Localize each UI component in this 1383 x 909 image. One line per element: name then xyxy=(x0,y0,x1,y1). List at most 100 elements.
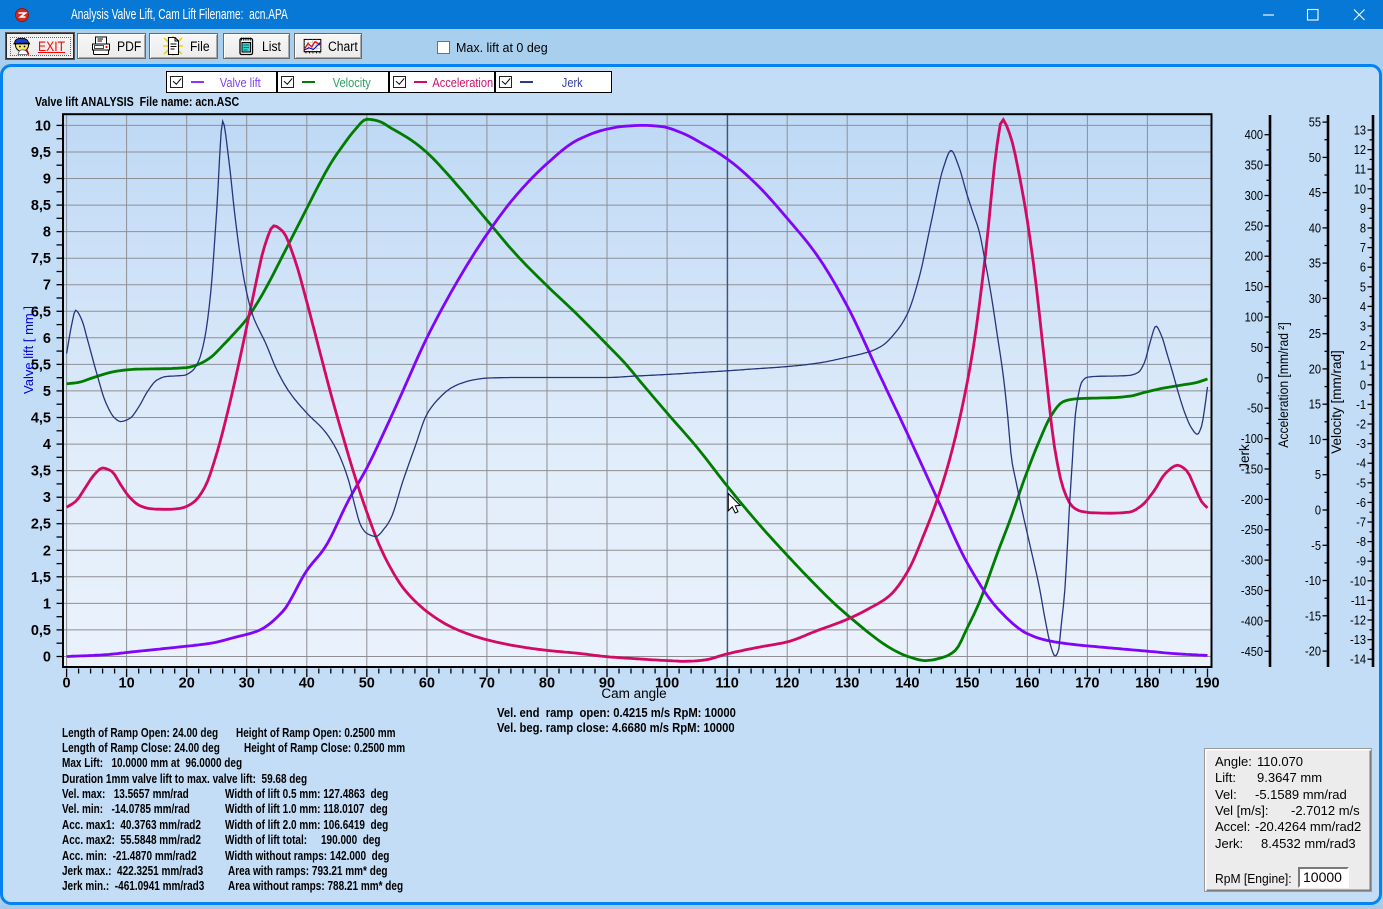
svg-text:-200: -200 xyxy=(1241,492,1263,507)
svg-text:120: 120 xyxy=(775,676,799,692)
svg-text:1,5: 1,5 xyxy=(31,570,51,586)
svg-text:0: 0 xyxy=(1360,377,1366,392)
svg-text:-20: -20 xyxy=(1305,644,1321,659)
svg-text:1: 1 xyxy=(1360,358,1366,373)
svg-text:6: 6 xyxy=(43,331,51,347)
svg-text:-10: -10 xyxy=(1305,573,1321,588)
svg-text:Velocity [mm/rad]: Velocity [mm/rad] xyxy=(1329,350,1344,454)
svg-text:25: 25 xyxy=(1309,326,1322,341)
svg-text:0: 0 xyxy=(63,676,71,692)
svg-text:7,5: 7,5 xyxy=(31,251,51,267)
svg-text:4,5: 4,5 xyxy=(31,411,51,427)
svg-text:110: 110 xyxy=(715,676,738,692)
svg-text:9,5: 9,5 xyxy=(31,145,51,161)
svg-text:-7: -7 xyxy=(1356,515,1366,530)
svg-text:8: 8 xyxy=(1360,221,1366,236)
svg-text:50: 50 xyxy=(359,676,375,692)
svg-text:100: 100 xyxy=(1245,310,1264,325)
svg-text:8,5: 8,5 xyxy=(31,198,51,214)
svg-text:-50: -50 xyxy=(1247,401,1263,416)
svg-text:60: 60 xyxy=(419,676,435,692)
svg-text:40: 40 xyxy=(1309,221,1322,236)
svg-text:-350: -350 xyxy=(1241,583,1263,598)
svg-text:-100: -100 xyxy=(1241,431,1263,446)
svg-text:2: 2 xyxy=(1360,338,1366,353)
svg-text:8: 8 xyxy=(43,225,51,241)
svg-text:-5: -5 xyxy=(1311,538,1321,553)
svg-text:-10: -10 xyxy=(1350,573,1366,588)
svg-text:400: 400 xyxy=(1245,127,1264,142)
svg-text:-2: -2 xyxy=(1356,417,1366,432)
svg-text:300: 300 xyxy=(1245,188,1264,203)
svg-text:45: 45 xyxy=(1309,185,1322,200)
svg-text:2: 2 xyxy=(43,543,51,559)
svg-text:150: 150 xyxy=(1245,279,1264,294)
svg-text:-11: -11 xyxy=(1351,593,1366,608)
svg-text:-13: -13 xyxy=(1350,632,1366,647)
svg-text:250: 250 xyxy=(1245,219,1264,234)
svg-text:-400: -400 xyxy=(1241,614,1263,629)
svg-text:170: 170 xyxy=(1075,676,1099,692)
svg-text:190: 190 xyxy=(1195,676,1219,692)
svg-text:5: 5 xyxy=(1315,467,1321,482)
svg-text:5: 5 xyxy=(1360,279,1366,294)
svg-text:30: 30 xyxy=(1309,291,1322,306)
svg-text:140: 140 xyxy=(895,676,919,692)
svg-text:2,5: 2,5 xyxy=(31,517,51,533)
svg-text:4: 4 xyxy=(1360,299,1366,314)
svg-text:7: 7 xyxy=(1360,240,1366,255)
svg-text:50: 50 xyxy=(1309,150,1322,165)
svg-text:-8: -8 xyxy=(1356,534,1366,549)
svg-text:-15: -15 xyxy=(1305,608,1321,623)
svg-text:Valve lift [ mm ]: Valve lift [ mm ] xyxy=(21,306,36,394)
svg-text:-6: -6 xyxy=(1356,495,1366,510)
svg-text:20: 20 xyxy=(179,676,195,692)
svg-text:6: 6 xyxy=(1360,260,1366,275)
svg-text:15: 15 xyxy=(1309,397,1322,412)
svg-text:-5: -5 xyxy=(1356,475,1366,490)
svg-text:-450: -450 xyxy=(1241,644,1263,659)
svg-text:9: 9 xyxy=(43,172,51,188)
svg-text:1: 1 xyxy=(43,596,51,612)
svg-text:30: 30 xyxy=(239,676,255,692)
svg-text:3: 3 xyxy=(1360,319,1366,334)
svg-text:0: 0 xyxy=(43,650,51,666)
svg-text:13: 13 xyxy=(1354,123,1367,138)
svg-text:350: 350 xyxy=(1245,158,1264,173)
svg-text:-300: -300 xyxy=(1241,553,1263,568)
svg-text:20: 20 xyxy=(1309,362,1322,377)
svg-text:40: 40 xyxy=(299,676,315,692)
svg-text:50: 50 xyxy=(1251,340,1264,355)
svg-text:Acceleration [mm/rad ²]: Acceleration [mm/rad ²] xyxy=(1275,322,1291,447)
svg-text:11: 11 xyxy=(1355,162,1367,177)
svg-text:-4: -4 xyxy=(1356,456,1366,471)
svg-text:0: 0 xyxy=(1315,503,1321,518)
svg-text:10: 10 xyxy=(1354,181,1367,196)
svg-text:-14: -14 xyxy=(1350,652,1366,667)
svg-text:180: 180 xyxy=(1135,676,1159,692)
svg-text:-12: -12 xyxy=(1350,613,1366,628)
svg-text:9: 9 xyxy=(1360,201,1366,216)
svg-text:-1: -1 xyxy=(1356,397,1366,412)
svg-text:-9: -9 xyxy=(1356,554,1366,569)
svg-text:-3: -3 xyxy=(1356,436,1366,451)
svg-text:0: 0 xyxy=(1257,370,1263,385)
svg-text:130: 130 xyxy=(835,676,859,692)
svg-text:3: 3 xyxy=(43,490,51,506)
svg-text:10: 10 xyxy=(35,118,51,134)
svg-text:55: 55 xyxy=(1309,115,1322,130)
svg-text:160: 160 xyxy=(1015,676,1039,692)
svg-text:Cam angle: Cam angle xyxy=(601,686,666,701)
svg-text:70: 70 xyxy=(479,676,495,692)
svg-text:0,5: 0,5 xyxy=(31,623,51,639)
svg-text:-250: -250 xyxy=(1241,522,1263,537)
svg-text:3,5: 3,5 xyxy=(31,464,51,480)
svg-text:12: 12 xyxy=(1354,142,1367,157)
svg-text:Jerk: Jerk xyxy=(1237,444,1252,470)
svg-text:80: 80 xyxy=(539,676,555,692)
svg-text:35: 35 xyxy=(1309,256,1322,271)
svg-text:10: 10 xyxy=(119,676,135,692)
svg-text:7: 7 xyxy=(43,278,51,294)
svg-text:10: 10 xyxy=(1309,432,1322,447)
svg-text:5: 5 xyxy=(43,384,51,400)
